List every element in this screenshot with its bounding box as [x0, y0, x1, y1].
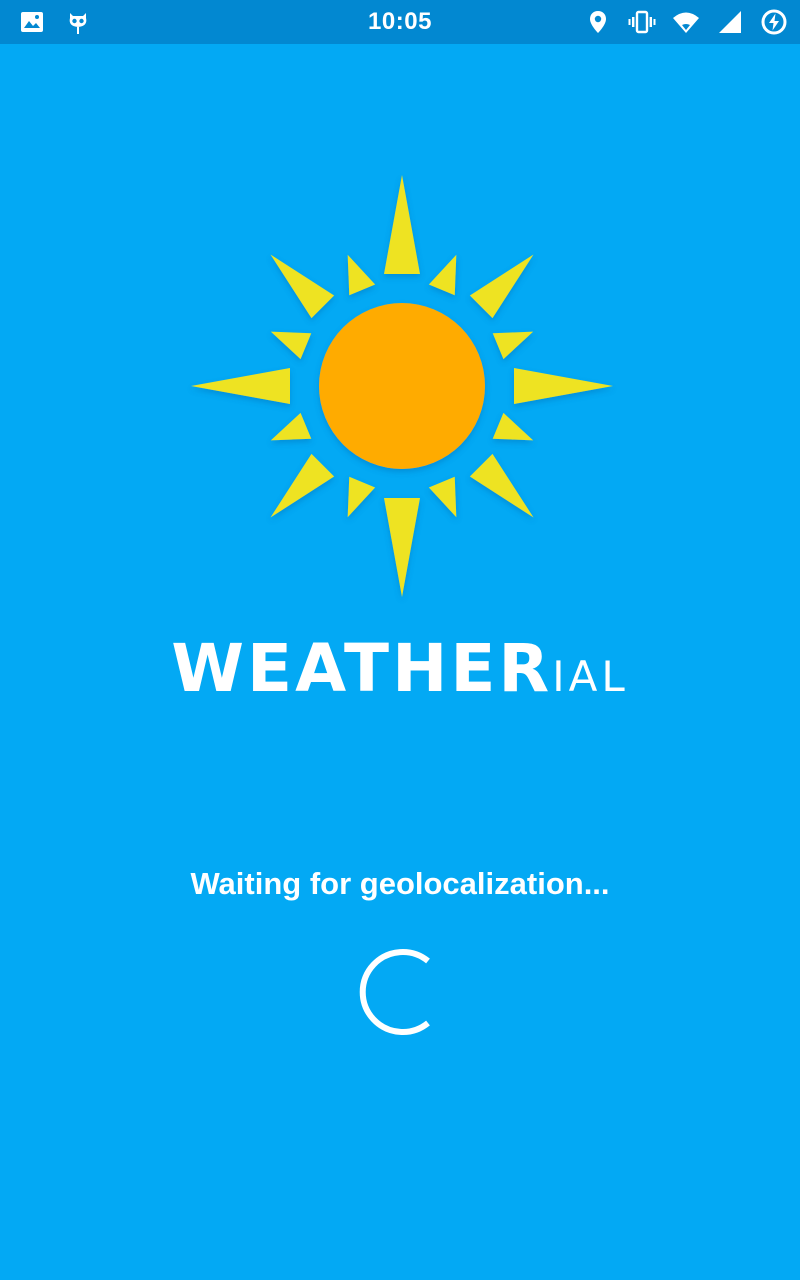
- sun-logo: [180, 170, 620, 610]
- app-logo-wordmark: WEATHERIAL: [0, 630, 800, 707]
- cell-signal-icon: [716, 8, 744, 36]
- sun-icon: [191, 175, 613, 597]
- status-bar-system-icons: [584, 8, 788, 36]
- loading-message: Waiting for geolocalization...: [190, 866, 610, 901]
- wifi-icon: [672, 8, 700, 36]
- status-bar: 10:05: [0, 0, 800, 44]
- loading-spinner: [346, 940, 450, 1044]
- wordmark-main: WEATHER: [171, 630, 553, 707]
- spinner-icon: [359, 949, 430, 1035]
- vibrate-icon: [628, 8, 656, 36]
- wordmark-suffix: IAL: [552, 652, 629, 701]
- location-pin-icon: [584, 8, 612, 36]
- battery-charging-icon: [760, 8, 788, 36]
- sun-core: [319, 303, 485, 469]
